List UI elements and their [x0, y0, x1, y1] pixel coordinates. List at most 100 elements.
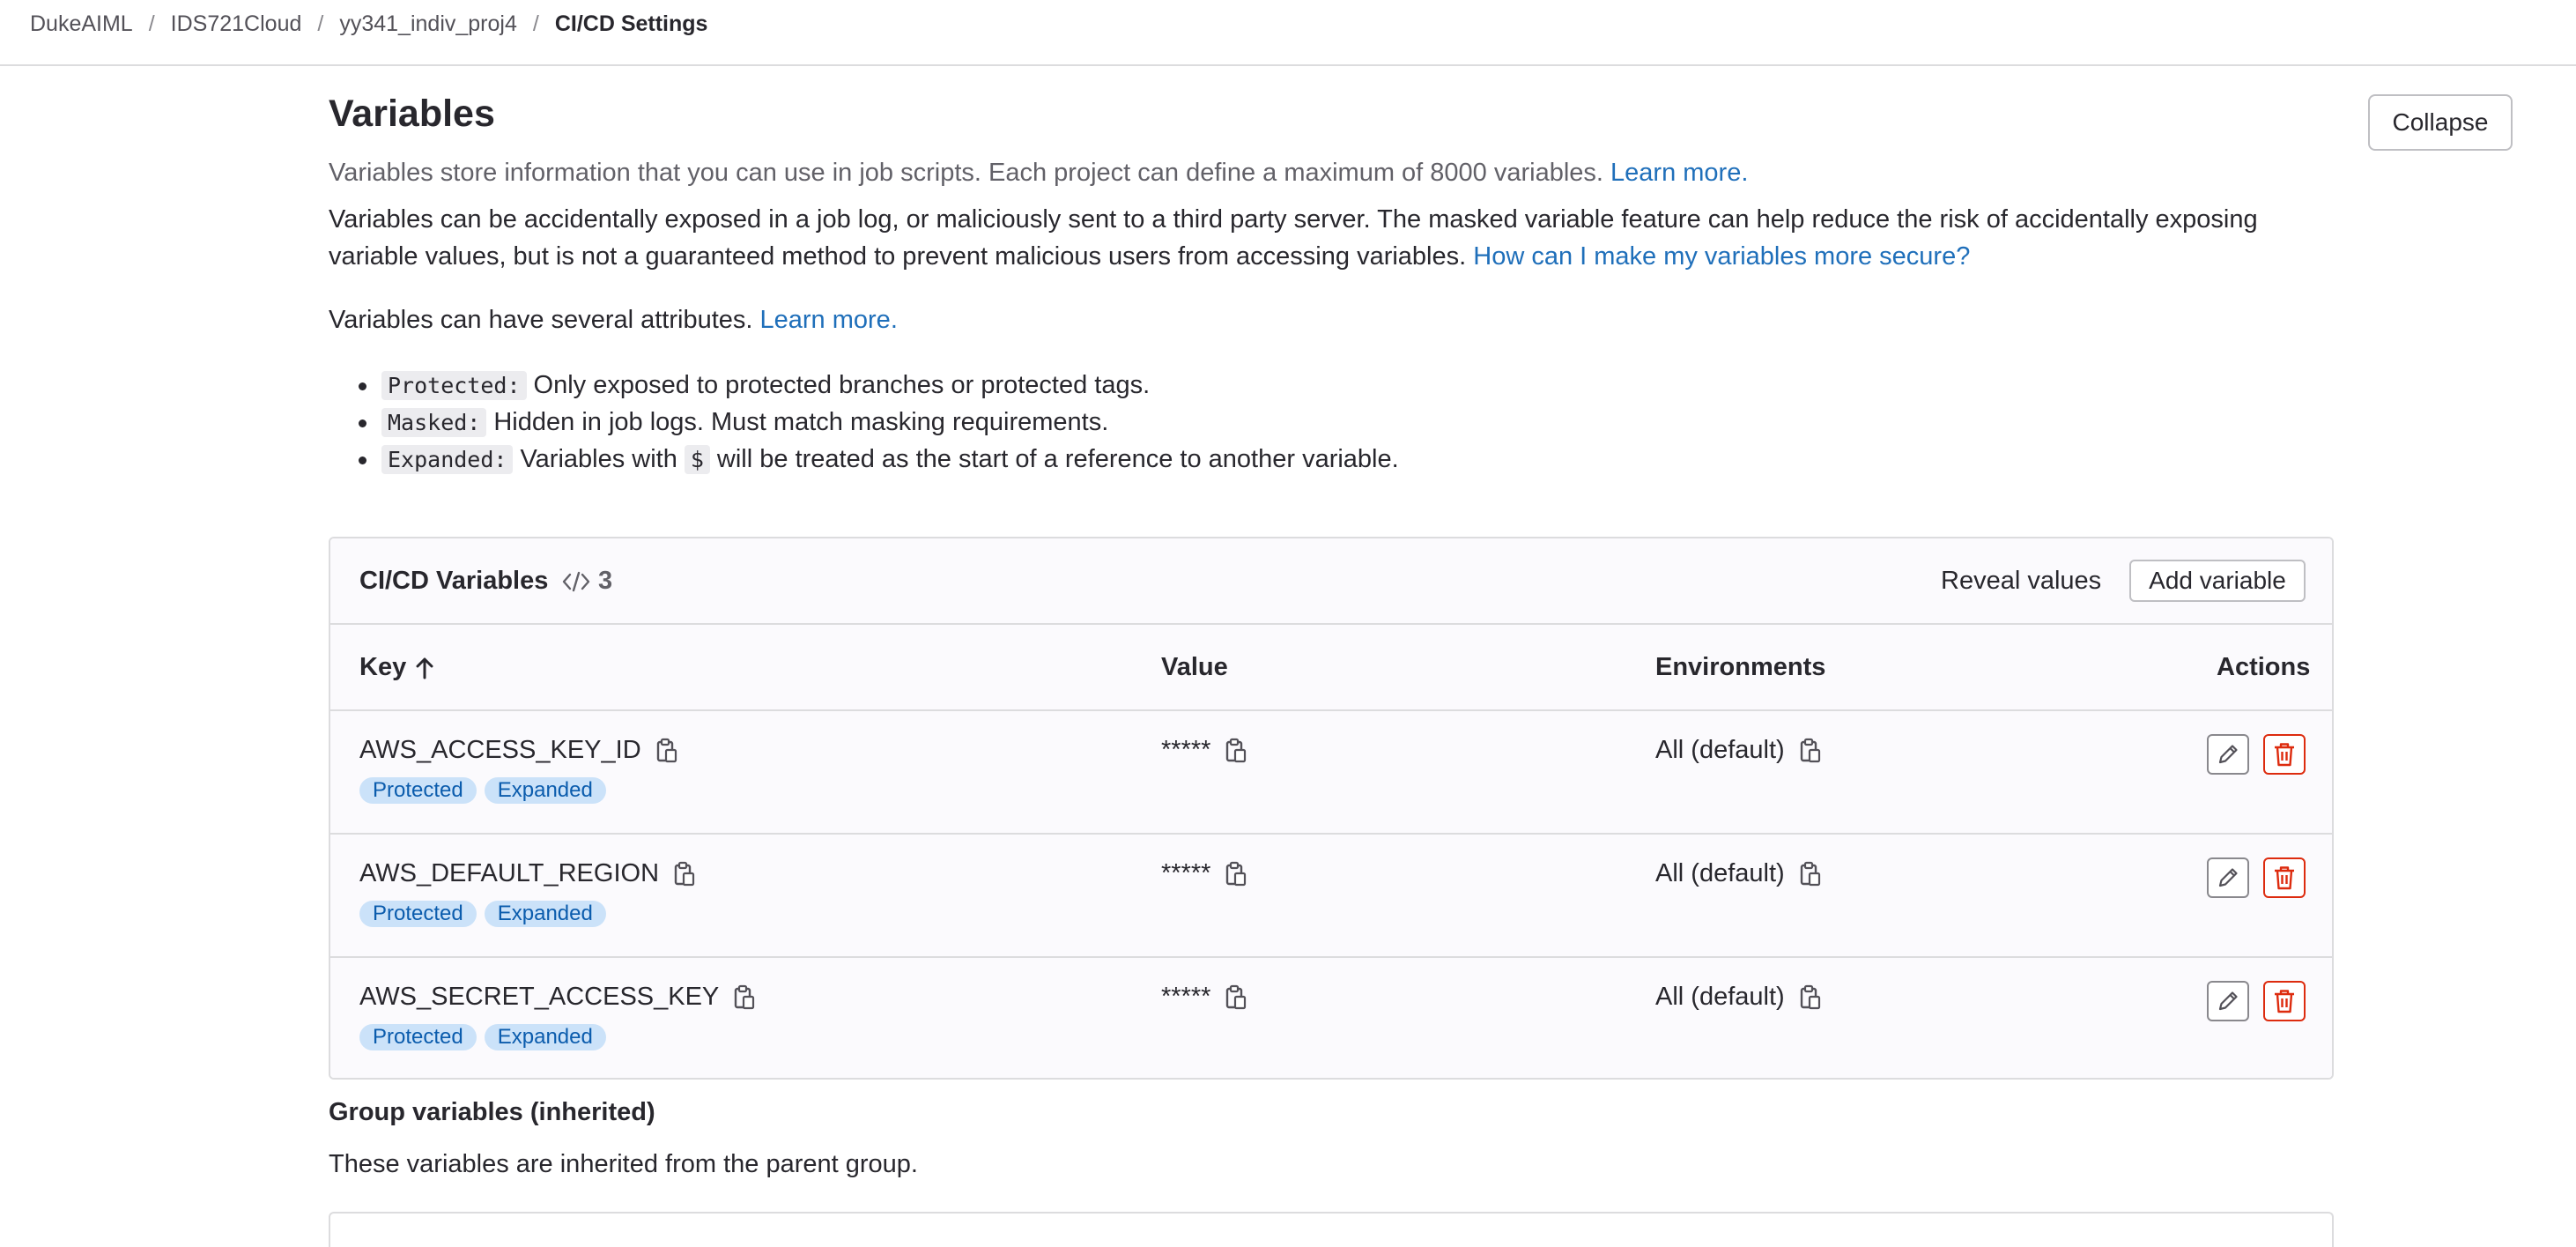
breadcrumb-item-group[interactable]: DukeAIML [30, 11, 133, 37]
list-item: Protected: Only exposed to protected bra… [359, 367, 1399, 404]
variable-key: AWS_ACCESS_KEY_ID [359, 736, 678, 765]
protected-badge: Protected [359, 901, 477, 927]
attributes-list: Protected: Only exposed to protected bra… [359, 367, 1399, 478]
key-text: AWS_SECRET_ACCESS_KEY [359, 983, 720, 1011]
delete-variable-button[interactable] [2263, 734, 2306, 775]
value-text: ***** [1161, 859, 1211, 887]
attribute-text: Variables with [520, 444, 677, 473]
variable-badges: Protected Expanded [359, 901, 606, 927]
pencil-icon [2218, 745, 2238, 764]
breadcrumb-item-current: CI/CD Settings [554, 11, 708, 36]
variables-card: CI/CD Variables 3 Reveal values Add vari… [329, 537, 2334, 1080]
trash-icon [2275, 990, 2294, 1013]
attribute-text: will be treated as the start of a refere… [716, 444, 1399, 473]
variable-key: AWS_DEFAULT_REGION [359, 859, 696, 888]
column-value: Value [1161, 653, 1228, 681]
breadcrumb-item-project[interactable]: yy341_indiv_proj4 [339, 11, 517, 37]
copy-icon[interactable] [673, 861, 696, 887]
arrow-up-icon [416, 657, 433, 679]
variable-environment: All (default) [1655, 736, 1822, 765]
group-variables-description: These variables are inherited from the p… [329, 1150, 918, 1178]
copy-icon[interactable] [1799, 861, 1822, 887]
column-actions: Actions [2217, 653, 2311, 681]
attribute-text: Only exposed to protected branches or pr… [533, 370, 1151, 399]
variable-value: ***** [1161, 859, 1247, 888]
reveal-values-button[interactable]: Reveal values [1941, 567, 2101, 596]
value-text: ***** [1161, 983, 1211, 1011]
delete-variable-button[interactable] [2263, 981, 2306, 1021]
attributes-intro: Variables can have several attributes. L… [329, 306, 898, 335]
group-variables-title: Group variables (inherited) [329, 1098, 655, 1126]
expanded-badge: Expanded [484, 1024, 606, 1050]
environment-text: All (default) [1655, 859, 1785, 887]
copy-icon[interactable] [1799, 984, 1822, 1011]
table-row: AWS_DEFAULT_REGION Protected Expanded **… [330, 835, 2332, 958]
copy-icon[interactable] [733, 984, 756, 1011]
environment-text: All (default) [1655, 983, 1785, 1011]
section-description: Variables store information that you can… [329, 159, 1748, 188]
copy-icon[interactable] [1225, 861, 1247, 887]
variable-value: ***** [1161, 736, 1247, 765]
description-text: Variables store information that you can… [329, 159, 1603, 187]
list-item: Expanded: Variables with $ will be treat… [359, 441, 1399, 478]
copy-icon[interactable] [1799, 738, 1822, 764]
expanded-badge: Expanded [484, 901, 606, 927]
breadcrumb-separator: / [317, 11, 324, 36]
secure-variables-link[interactable]: How can I make my variables more secure? [1473, 242, 1970, 271]
collapse-button[interactable]: Collapse [2368, 94, 2513, 151]
delete-variable-button[interactable] [2263, 857, 2306, 898]
variable-key: AWS_SECRET_ACCESS_KEY [359, 983, 756, 1012]
edit-variable-button[interactable] [2207, 734, 2249, 775]
table-row: AWS_SECRET_ACCESS_KEY Protected Expanded… [330, 958, 2332, 1078]
learn-more-link[interactable]: Learn more. [1610, 159, 1748, 187]
pencil-icon [2218, 868, 2238, 887]
card-header: CI/CD Variables 3 Reveal values Add vari… [330, 538, 2332, 625]
breadcrumb-item-subgroup[interactable]: IDS721Cloud [171, 11, 302, 37]
attribute-code: Masked: [381, 407, 487, 437]
protected-badge: Protected [359, 777, 477, 804]
code-icon [562, 571, 590, 591]
count-value: 3 [598, 567, 613, 595]
protected-badge: Protected [359, 1024, 477, 1050]
environment-text: All (default) [1655, 736, 1785, 764]
attribute-code: Expanded: [381, 444, 514, 474]
key-text: AWS_DEFAULT_REGION [359, 859, 660, 887]
add-variable-button[interactable]: Add variable [2129, 560, 2306, 602]
variable-badges: Protected Expanded [359, 777, 606, 804]
table-row: AWS_ACCESS_KEY_ID Protected Expanded ***… [330, 711, 2332, 835]
list-item: Masked: Hidden in job logs. Must match m… [359, 404, 1399, 441]
card-title: CI/CD Variables [359, 567, 549, 595]
breadcrumb: DukeAIML / IDS721Cloud / yy341_indiv_pro… [30, 11, 707, 37]
breadcrumb-separator: / [148, 11, 155, 36]
edit-variable-button[interactable] [2207, 981, 2249, 1021]
edit-variable-button[interactable] [2207, 857, 2249, 898]
trash-icon [2275, 866, 2294, 890]
variable-badges: Protected Expanded [359, 1024, 606, 1050]
inline-code: $ [684, 444, 710, 474]
variable-environment: All (default) [1655, 983, 1822, 1012]
expanded-badge: Expanded [484, 777, 606, 804]
breadcrumb-separator: / [532, 11, 539, 36]
copy-icon[interactable] [1225, 984, 1247, 1011]
copy-icon[interactable] [1225, 738, 1247, 764]
attribute-code: Protected: [381, 370, 527, 400]
column-label: Key [359, 653, 407, 681]
pencil-icon [2218, 991, 2238, 1011]
copy-icon[interactable] [655, 738, 678, 764]
column-environments: Environments [1655, 653, 1826, 681]
value-text: ***** [1161, 736, 1211, 764]
trash-icon [2275, 743, 2294, 767]
group-variables-card [329, 1212, 2334, 1247]
variable-environment: All (default) [1655, 859, 1822, 888]
attribute-text: Hidden in job logs. Must match masking r… [493, 407, 1109, 436]
top-bar: DukeAIML / IDS721Cloud / yy341_indiv_pro… [0, 0, 2576, 66]
variable-count: 3 [561, 567, 612, 596]
security-warning: Variables can be accidentally exposed in… [329, 201, 2337, 275]
key-text: AWS_ACCESS_KEY_ID [359, 736, 641, 764]
section-title: Variables [329, 93, 495, 135]
attributes-text: Variables can have several attributes. [329, 306, 753, 334]
table-header: Key Value Environments Actions [330, 625, 2332, 711]
variable-value: ***** [1161, 983, 1247, 1012]
column-key[interactable]: Key [359, 653, 434, 682]
attributes-learn-more-link[interactable]: Learn more. [760, 306, 898, 334]
